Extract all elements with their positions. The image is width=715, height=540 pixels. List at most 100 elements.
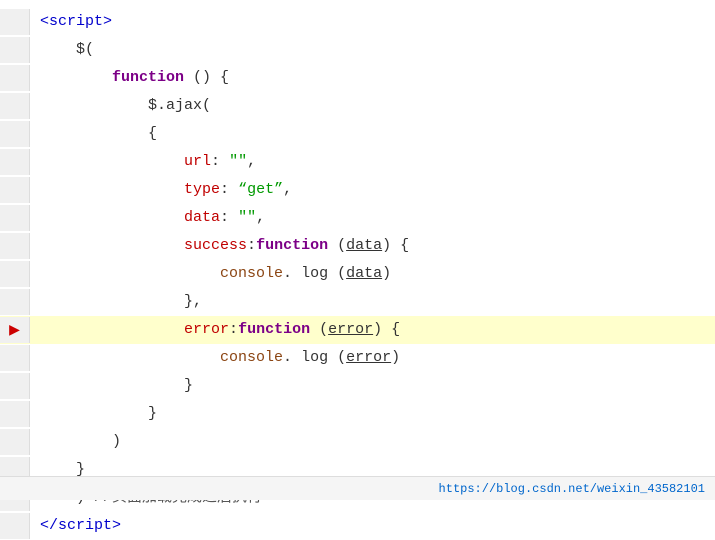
- code-line: function () {: [0, 64, 715, 92]
- code-token: >: [103, 13, 112, 30]
- gutter: [0, 149, 30, 175]
- code-line: $(: [0, 36, 715, 64]
- code-token: :: [229, 321, 238, 338]
- code-line: }: [0, 372, 715, 400]
- code-line: console. log (error): [0, 344, 715, 372]
- footer-link[interactable]: https://blog.csdn.net/weixin_43582101: [439, 482, 705, 496]
- code-line: <script>: [0, 8, 715, 36]
- code-token: data: [184, 209, 220, 226]
- code-token: ,: [283, 181, 292, 198]
- code-line-content: success:function (data) {: [30, 233, 715, 259]
- code-token: success: [184, 237, 247, 254]
- gutter: [0, 345, 30, 371]
- code-token: [40, 153, 184, 170]
- code-token: :: [220, 181, 238, 198]
- code-token: ,: [256, 209, 265, 226]
- code-token: [40, 237, 184, 254]
- code-token: >: [112, 517, 121, 534]
- code-token: “get”: [238, 181, 283, 198]
- code-token: :: [220, 209, 238, 226]
- code-token: function: [256, 237, 328, 254]
- code-token: }: [40, 405, 157, 422]
- code-token: console: [220, 349, 283, 366]
- gutter: [0, 401, 30, 427]
- gutter: [0, 233, 30, 259]
- code-token: ): [382, 265, 391, 282]
- code-token: () {: [184, 69, 229, 86]
- code-token: "": [229, 153, 247, 170]
- code-line-content: $.ajax(: [30, 93, 715, 119]
- code-token: /script: [49, 517, 112, 534]
- code-line-content: <script>: [30, 9, 715, 35]
- code-token: [40, 265, 220, 282]
- code-line: ): [0, 428, 715, 456]
- code-line: data: "",: [0, 204, 715, 232]
- code-token: function: [238, 321, 310, 338]
- code-line: success:function (data) {: [0, 232, 715, 260]
- code-line-content: </script>: [30, 513, 715, 539]
- code-token: ) {: [382, 237, 409, 254]
- code-line: ▶ error:function (error) {: [0, 316, 715, 344]
- code-line: },: [0, 288, 715, 316]
- gutter: [0, 513, 30, 539]
- code-token: $(: [40, 41, 94, 58]
- code-token: <: [40, 13, 49, 30]
- code-token: error: [184, 321, 229, 338]
- code-token: log: [292, 349, 328, 366]
- code-token: [40, 181, 184, 198]
- code-token: type: [184, 181, 220, 198]
- gutter: [0, 121, 30, 147]
- code-token: ,: [247, 153, 256, 170]
- code-line: {: [0, 120, 715, 148]
- code-token: ): [40, 433, 121, 450]
- code-token: <: [40, 517, 49, 534]
- gutter-arrow: ▶: [0, 317, 30, 343]
- code-token: (: [328, 237, 346, 254]
- code-token: (: [328, 265, 346, 282]
- code-line-content: data: "",: [30, 205, 715, 231]
- code-token: error: [346, 349, 391, 366]
- code-line-content: console. log (error): [30, 345, 715, 371]
- code-token: ) {: [373, 321, 400, 338]
- gutter: [0, 373, 30, 399]
- code-token: :: [247, 237, 256, 254]
- code-line-content: },: [30, 289, 715, 315]
- code-line: url: "",: [0, 148, 715, 176]
- gutter: [0, 261, 30, 287]
- code-token: log: [292, 265, 328, 282]
- gutter: [0, 429, 30, 455]
- code-token: }: [40, 377, 193, 394]
- code-token: (: [310, 321, 328, 338]
- code-line-content: {: [30, 121, 715, 147]
- code-line: console. log (data): [0, 260, 715, 288]
- code-token: (: [328, 349, 346, 366]
- code-token: data: [346, 265, 382, 282]
- code-token: },: [40, 293, 202, 310]
- gutter: [0, 93, 30, 119]
- code-line-content: console. log (data): [30, 261, 715, 287]
- gutter: [0, 289, 30, 315]
- code-line-content: ): [30, 429, 715, 455]
- code-token: [40, 349, 220, 366]
- code-token: [40, 321, 184, 338]
- code-line: $.ajax(: [0, 92, 715, 120]
- footer-bar: https://blog.csdn.net/weixin_43582101: [0, 476, 715, 500]
- code-token: :: [211, 153, 229, 170]
- code-line-content: }: [30, 373, 715, 399]
- code-token: {: [40, 125, 157, 142]
- gutter: [0, 37, 30, 63]
- code-line-content: function () {: [30, 65, 715, 91]
- code-token: url: [184, 153, 211, 170]
- code-token: [40, 69, 112, 86]
- code-token: data: [346, 237, 382, 254]
- code-line: </script>: [0, 512, 715, 540]
- code-token: script: [49, 13, 103, 30]
- code-line: }: [0, 400, 715, 428]
- code-token: ): [391, 349, 400, 366]
- code-container: <script> $( function () { $.ajax( { url:…: [0, 0, 715, 500]
- code-line-content: type: “get”,: [30, 177, 715, 203]
- code-token: $.ajax(: [40, 97, 211, 114]
- code-token: console: [220, 265, 283, 282]
- gutter: [0, 177, 30, 203]
- code-token: "": [238, 209, 256, 226]
